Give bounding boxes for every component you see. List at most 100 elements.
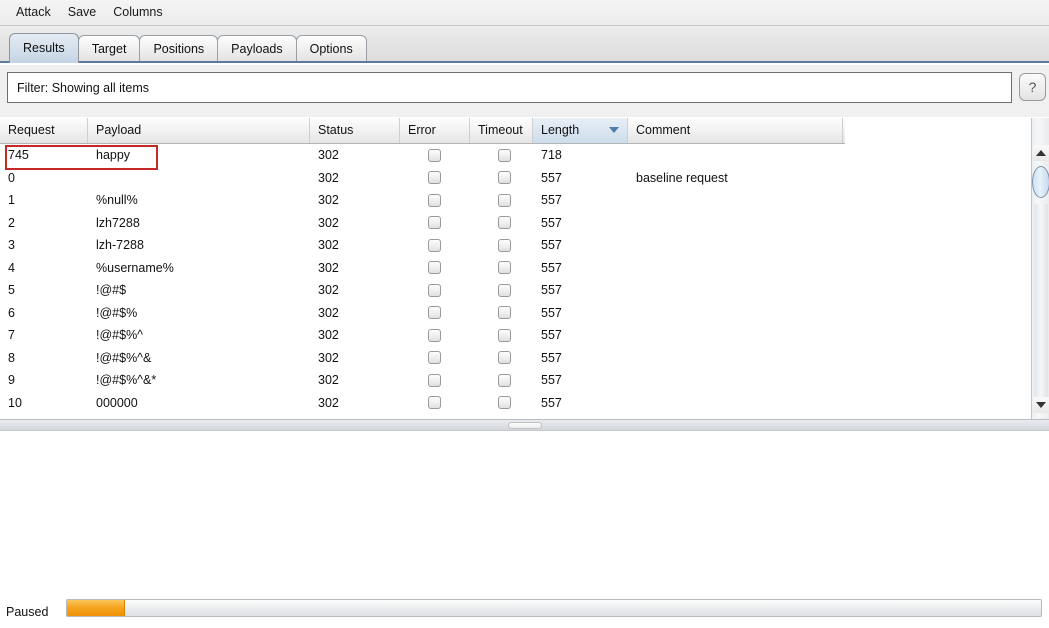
cell-payload bbox=[88, 167, 310, 190]
cell-error[interactable] bbox=[400, 189, 470, 212]
cell-payload: 000000 bbox=[96, 395, 138, 410]
cell-payload: lzh7288 bbox=[96, 215, 140, 230]
timeout-checkbox[interactable] bbox=[498, 328, 511, 342]
column-header-request[interactable]: Request bbox=[0, 118, 88, 143]
tab-target[interactable]: Target bbox=[77, 35, 141, 63]
table-row[interactable]: 3 lzh-7288 302 557 bbox=[0, 234, 845, 257]
filter-bar[interactable]: Filter: Showing all items bbox=[7, 72, 1012, 103]
cell-length: 557 bbox=[541, 238, 562, 252]
timeout-checkbox[interactable] bbox=[498, 306, 511, 320]
error-checkbox[interactable] bbox=[428, 193, 441, 207]
cell-timeout[interactable] bbox=[470, 234, 533, 257]
menu-item-columns[interactable]: Columns bbox=[105, 3, 170, 22]
table-row[interactable]: 745 happy 302 718 bbox=[0, 144, 845, 167]
tab-results[interactable]: Results bbox=[9, 33, 79, 63]
cell-request: 3 bbox=[8, 238, 15, 252]
table-row[interactable]: 7 !@#$%^ 302 557 bbox=[0, 324, 845, 347]
timeout-checkbox[interactable] bbox=[498, 351, 511, 365]
error-checkbox[interactable] bbox=[428, 261, 441, 275]
error-checkbox[interactable] bbox=[428, 396, 441, 410]
column-header-filler bbox=[843, 118, 845, 143]
cell-comment bbox=[628, 257, 843, 280]
tab-positions[interactable]: Positions bbox=[139, 35, 219, 63]
menu-item-attack[interactable]: Attack bbox=[8, 3, 59, 22]
cell-timeout[interactable] bbox=[470, 279, 533, 302]
cell-status: 302 bbox=[318, 373, 339, 387]
column-header-error[interactable]: Error bbox=[400, 118, 470, 143]
cell-timeout[interactable] bbox=[470, 167, 533, 190]
table-row[interactable]: 6 !@#$% 302 557 bbox=[0, 301, 845, 325]
column-header-timeout[interactable]: Timeout bbox=[470, 118, 533, 143]
error-checkbox[interactable] bbox=[428, 306, 441, 320]
scrollbar-track[interactable] bbox=[1034, 204, 1048, 404]
error-checkbox[interactable] bbox=[428, 351, 441, 365]
filter-label: Filter: Showing all items bbox=[17, 80, 149, 95]
timeout-checkbox[interactable] bbox=[498, 238, 511, 252]
cell-request: 7 bbox=[8, 328, 15, 342]
timeout-checkbox[interactable] bbox=[498, 148, 511, 162]
cell-error[interactable] bbox=[400, 212, 470, 235]
cell-request: 0 bbox=[8, 170, 15, 185]
cell-error[interactable] bbox=[400, 234, 470, 257]
cell-timeout[interactable] bbox=[470, 392, 533, 415]
cell-timeout[interactable] bbox=[470, 212, 533, 235]
timeout-checkbox[interactable] bbox=[498, 171, 511, 185]
vertical-scrollbar[interactable] bbox=[1031, 118, 1049, 419]
cell-timeout[interactable] bbox=[470, 144, 533, 167]
timeout-checkbox[interactable] bbox=[498, 216, 511, 230]
timeout-checkbox[interactable] bbox=[498, 261, 511, 275]
column-header-length[interactable]: Length bbox=[533, 118, 628, 143]
table-row[interactable]: 10 000000 302 557 bbox=[0, 391, 845, 415]
cell-error[interactable] bbox=[400, 324, 470, 347]
cell-error[interactable] bbox=[400, 302, 470, 325]
column-header-status[interactable]: Status bbox=[310, 118, 400, 143]
cell-timeout[interactable] bbox=[470, 257, 533, 280]
timeout-checkbox[interactable] bbox=[498, 283, 511, 297]
cell-error[interactable] bbox=[400, 167, 470, 190]
table-row[interactable]: 1 %null% 302 557 bbox=[0, 189, 845, 212]
cell-timeout[interactable] bbox=[470, 324, 533, 347]
cell-timeout[interactable] bbox=[470, 347, 533, 370]
cell-error[interactable] bbox=[400, 144, 470, 167]
timeout-checkbox[interactable] bbox=[498, 396, 511, 410]
error-checkbox[interactable] bbox=[428, 148, 441, 162]
tab-options[interactable]: Options bbox=[295, 35, 367, 63]
error-checkbox[interactable] bbox=[428, 283, 441, 297]
timeout-checkbox[interactable] bbox=[498, 193, 511, 207]
error-checkbox[interactable] bbox=[428, 238, 441, 252]
cell-request: 10 bbox=[8, 395, 22, 410]
cell-timeout[interactable] bbox=[470, 189, 533, 212]
cell-request: 2 bbox=[8, 215, 15, 230]
table-row[interactable]: 8 !@#$%^& 302 557 bbox=[0, 346, 845, 370]
tab-payloads[interactable]: Payloads bbox=[217, 35, 297, 63]
column-header-comment[interactable]: Comment bbox=[628, 118, 843, 143]
cell-error[interactable] bbox=[400, 369, 470, 392]
cell-timeout[interactable] bbox=[470, 302, 533, 325]
scrollbar-thumb[interactable] bbox=[1032, 166, 1049, 198]
question-mark-icon: ? bbox=[1028, 79, 1037, 95]
splitter-grip[interactable] bbox=[508, 422, 542, 429]
cell-error[interactable] bbox=[400, 279, 470, 302]
table-row[interactable]: 5 !@#$ 302 557 bbox=[0, 279, 845, 302]
cell-error[interactable] bbox=[400, 347, 470, 370]
scroll-down-button[interactable] bbox=[1033, 397, 1049, 413]
error-checkbox[interactable] bbox=[428, 171, 441, 185]
table-row[interactable]: 9 !@#$%^&* 302 557 bbox=[0, 369, 845, 392]
error-checkbox[interactable] bbox=[428, 373, 441, 387]
cell-timeout[interactable] bbox=[470, 369, 533, 392]
error-checkbox[interactable] bbox=[428, 216, 441, 230]
timeout-checkbox[interactable] bbox=[498, 373, 511, 387]
cell-payload: !@#$% bbox=[96, 305, 138, 320]
table-row[interactable]: 4 %username% 302 557 bbox=[0, 256, 845, 280]
cell-status: 302 bbox=[318, 215, 339, 230]
table-row[interactable]: 0 302 557 baseline request bbox=[0, 166, 845, 190]
cell-error[interactable] bbox=[400, 257, 470, 280]
table-row[interactable]: 2 lzh7288 302 557 bbox=[0, 211, 845, 235]
column-header-payload[interactable]: Payload bbox=[88, 118, 310, 143]
help-button[interactable]: ? bbox=[1019, 73, 1046, 101]
menu-item-save[interactable]: Save bbox=[60, 3, 105, 22]
cell-error[interactable] bbox=[400, 392, 470, 415]
scroll-up-button[interactable] bbox=[1033, 145, 1049, 161]
error-checkbox[interactable] bbox=[428, 328, 441, 342]
panel-splitter[interactable] bbox=[0, 419, 1049, 431]
